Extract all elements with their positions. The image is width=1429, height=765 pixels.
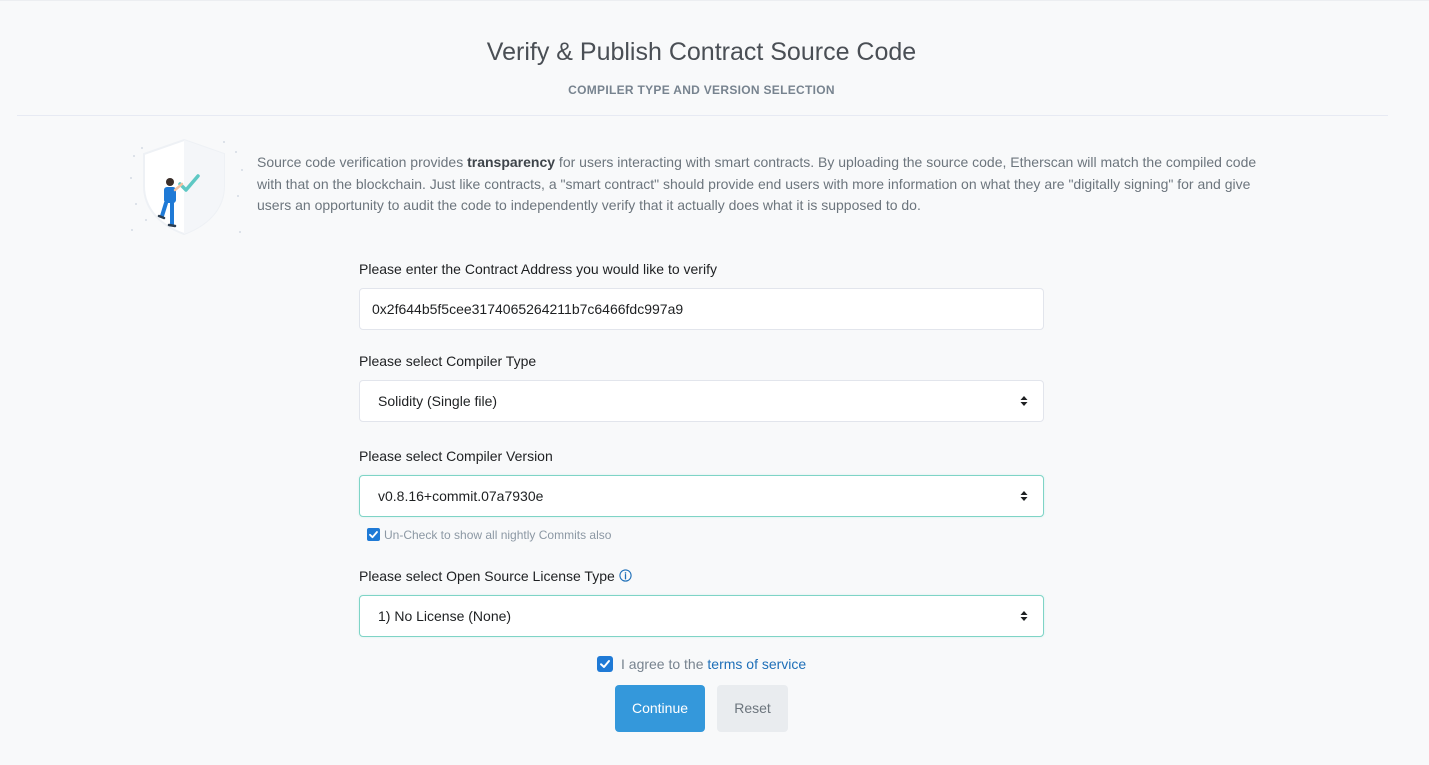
intro-paragraph: Source code verification provides transp… [257, 152, 1267, 217]
compiler-version-label: Please select Compiler Version [359, 448, 553, 464]
contract-address-input[interactable]: 0x2f644b5f5cee3174065264211b7c6466fdc997… [359, 288, 1044, 330]
compiler-version-select[interactable]: v0.8.16+commit.07a7930e [359, 475, 1044, 517]
header-divider [17, 115, 1388, 116]
reset-button[interactable]: Reset [717, 685, 788, 732]
shield-check-illustration [128, 134, 246, 238]
compiler-version-value: v0.8.16+commit.07a7930e [378, 488, 544, 504]
terms-of-service-link[interactable]: terms of service [707, 656, 806, 672]
nightly-commits-checkbox[interactable] [367, 528, 380, 541]
continue-button[interactable]: Continue [615, 685, 705, 732]
contract-address-label: Please enter the Contract Address you wo… [359, 261, 717, 277]
license-type-label: Please select Open Source License Type [359, 568, 615, 584]
compiler-type-label: Please select Compiler Type [359, 353, 537, 369]
compiler-type-value: Solidity (Single file) [378, 393, 498, 409]
terms-agree-label: I agree to the terms of service [621, 656, 806, 672]
top-border [0, 0, 1429, 1]
sort-arrows-icon [1020, 396, 1028, 406]
contract-address-value: 0x2f644b5f5cee3174065264211b7c6466fdc997… [372, 301, 684, 317]
page-subtitle: COMPILER TYPE AND VERSION SELECTION [568, 83, 835, 97]
terms-agree-checkbox[interactable] [597, 656, 613, 672]
license-type-select[interactable]: 1) No License (None) [359, 595, 1044, 637]
page-title: Verify & Publish Contract Source Code [486, 38, 917, 66]
intro-bold-word: transparency [467, 154, 556, 170]
sort-arrows-icon [1020, 611, 1028, 621]
checkmark-icon [369, 531, 378, 539]
terms-agree-prefix: I agree to the [621, 656, 708, 672]
checkmark-icon [600, 660, 610, 668]
compiler-type-select[interactable]: Solidity (Single file) [359, 380, 1044, 422]
info-circle-icon[interactable] [619, 569, 632, 582]
nightly-commits-label: Un-Check to show all nightly Commits als… [384, 528, 612, 542]
intro-text-before: Source code verification provides [257, 154, 468, 170]
sort-arrows-icon [1020, 491, 1028, 501]
license-type-value: 1) No License (None) [378, 608, 512, 624]
